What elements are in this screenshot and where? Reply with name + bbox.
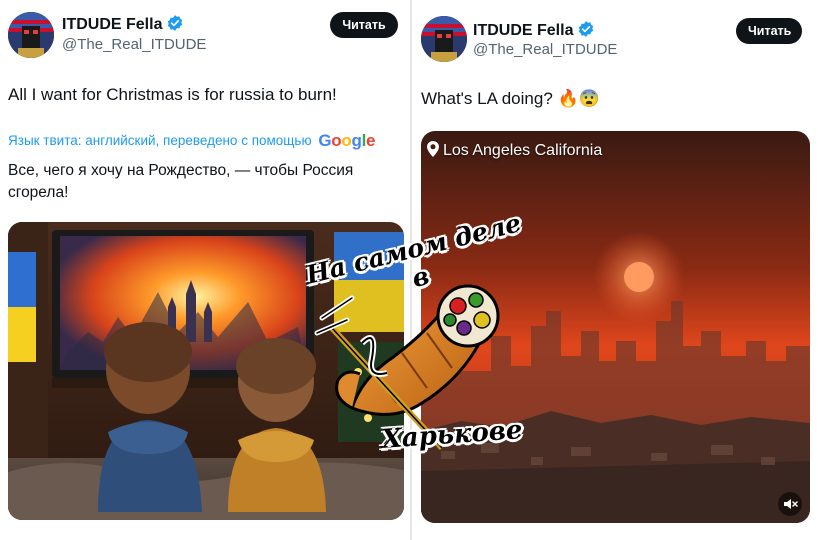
google-logo: Google bbox=[318, 131, 376, 150]
tweet-text: What's LA doing? 🔥😨 bbox=[421, 89, 600, 108]
author-avatar[interactable] bbox=[8, 12, 54, 58]
location-pin-icon bbox=[427, 141, 439, 157]
translation-notice[interactable]: Язык твита: английский, переведено с пом… bbox=[8, 131, 375, 151]
tweet-text: All I want for Christmas is for russia t… bbox=[8, 85, 337, 104]
verified-badge-icon bbox=[579, 21, 594, 37]
avatar-image bbox=[8, 12, 54, 58]
author-handle[interactable]: @The_Real_ITDUDE bbox=[473, 41, 617, 58]
follow-button[interactable]: Читать bbox=[330, 12, 398, 38]
verified-badge-icon bbox=[168, 15, 183, 31]
watermark-logo: На самом деле в Харькове bbox=[292, 208, 542, 473]
mute-button[interactable] bbox=[778, 492, 802, 516]
author-name[interactable]: ITDUDE Fella bbox=[62, 14, 184, 34]
location-label: Los Angeles California bbox=[427, 141, 602, 160]
author-avatar[interactable] bbox=[421, 16, 467, 62]
translated-line-2: сгорела! bbox=[8, 184, 69, 201]
translated-text: Все, чего я хочу на Рождество, — чтобы Р… bbox=[8, 160, 398, 204]
author-handle[interactable]: @The_Real_ITDUDE bbox=[62, 36, 206, 53]
follow-button[interactable]: Читать bbox=[736, 18, 802, 44]
author-name[interactable]: ITDUDE Fella bbox=[473, 20, 595, 40]
speaker-mute-icon bbox=[784, 499, 798, 509]
avatar-image bbox=[421, 16, 467, 62]
translated-line-1: Все, чего я хочу на Рождество, — чтобы Р… bbox=[8, 162, 354, 179]
